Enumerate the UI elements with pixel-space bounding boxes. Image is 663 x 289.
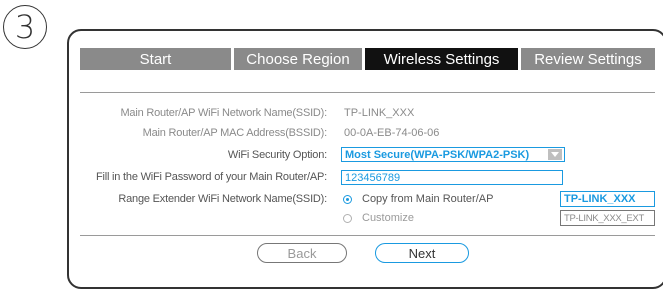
next-button[interactable]: Next [375, 243, 469, 263]
main-ssid-value: TP-LINK_XXX [344, 107, 415, 119]
copy-from-main-radio[interactable] [343, 195, 352, 204]
security-option-select[interactable]: Most Secure(WPA-PSK/WPA2-PSK) [341, 147, 565, 162]
customize-label: Customize [362, 212, 414, 224]
tab-choose-region[interactable]: Choose Region [234, 48, 362, 70]
extender-ssid-copy-value: TP-LINK_XXX [564, 193, 636, 205]
main-mac-label: Main Router/AP MAC Address(BSSID): [142, 127, 328, 139]
divider-top [80, 92, 655, 93]
tab-wireless-settings-label: Wireless Settings [383, 50, 500, 68]
tab-start[interactable]: Start [80, 48, 231, 70]
extender-ssid-custom-value: TP-LINK_XXX_EXT [564, 212, 644, 224]
divider-bottom [80, 235, 655, 236]
password-label: Fill in the WiFi Password of your Main R… [95, 171, 327, 183]
back-button[interactable]: Back [257, 243, 347, 263]
security-option-label: WiFi Security Option: [227, 149, 327, 161]
back-button-label: Back [287, 245, 317, 261]
chevron-down-icon[interactable] [548, 149, 562, 160]
extender-ssid-custom-input[interactable]: TP-LINK_XXX_EXT [560, 210, 655, 226]
tab-wireless-settings[interactable]: Wireless Settings [365, 48, 518, 70]
next-button-label: Next [408, 245, 436, 261]
extender-ssid-copy-input[interactable]: TP-LINK_XXX [560, 191, 655, 207]
tab-review-settings[interactable]: Review Settings [521, 48, 655, 70]
step-number: 3 [14, 8, 36, 46]
main-ssid-label: Main Router/AP WiFi Network Name(SSID): [120, 107, 327, 119]
tab-choose-region-label: Choose Region [246, 50, 350, 68]
copy-from-main-label: Copy from Main Router/AP [362, 193, 494, 205]
customize-radio[interactable] [343, 214, 352, 223]
main-mac-value: 00-0A-EB-74-06-06 [344, 127, 440, 139]
tab-review-settings-label: Review Settings [534, 50, 642, 68]
step-number-circle: 3 [3, 5, 47, 49]
password-value: 123456789 [345, 171, 401, 184]
password-input[interactable]: 123456789 [341, 170, 563, 185]
tab-start-label: Start [139, 50, 172, 68]
security-option-value: Most Secure(WPA-PSK/WPA2-PSK) [345, 148, 530, 161]
extender-ssid-label: Range Extender WiFi Network Name(SSID): [118, 193, 327, 205]
